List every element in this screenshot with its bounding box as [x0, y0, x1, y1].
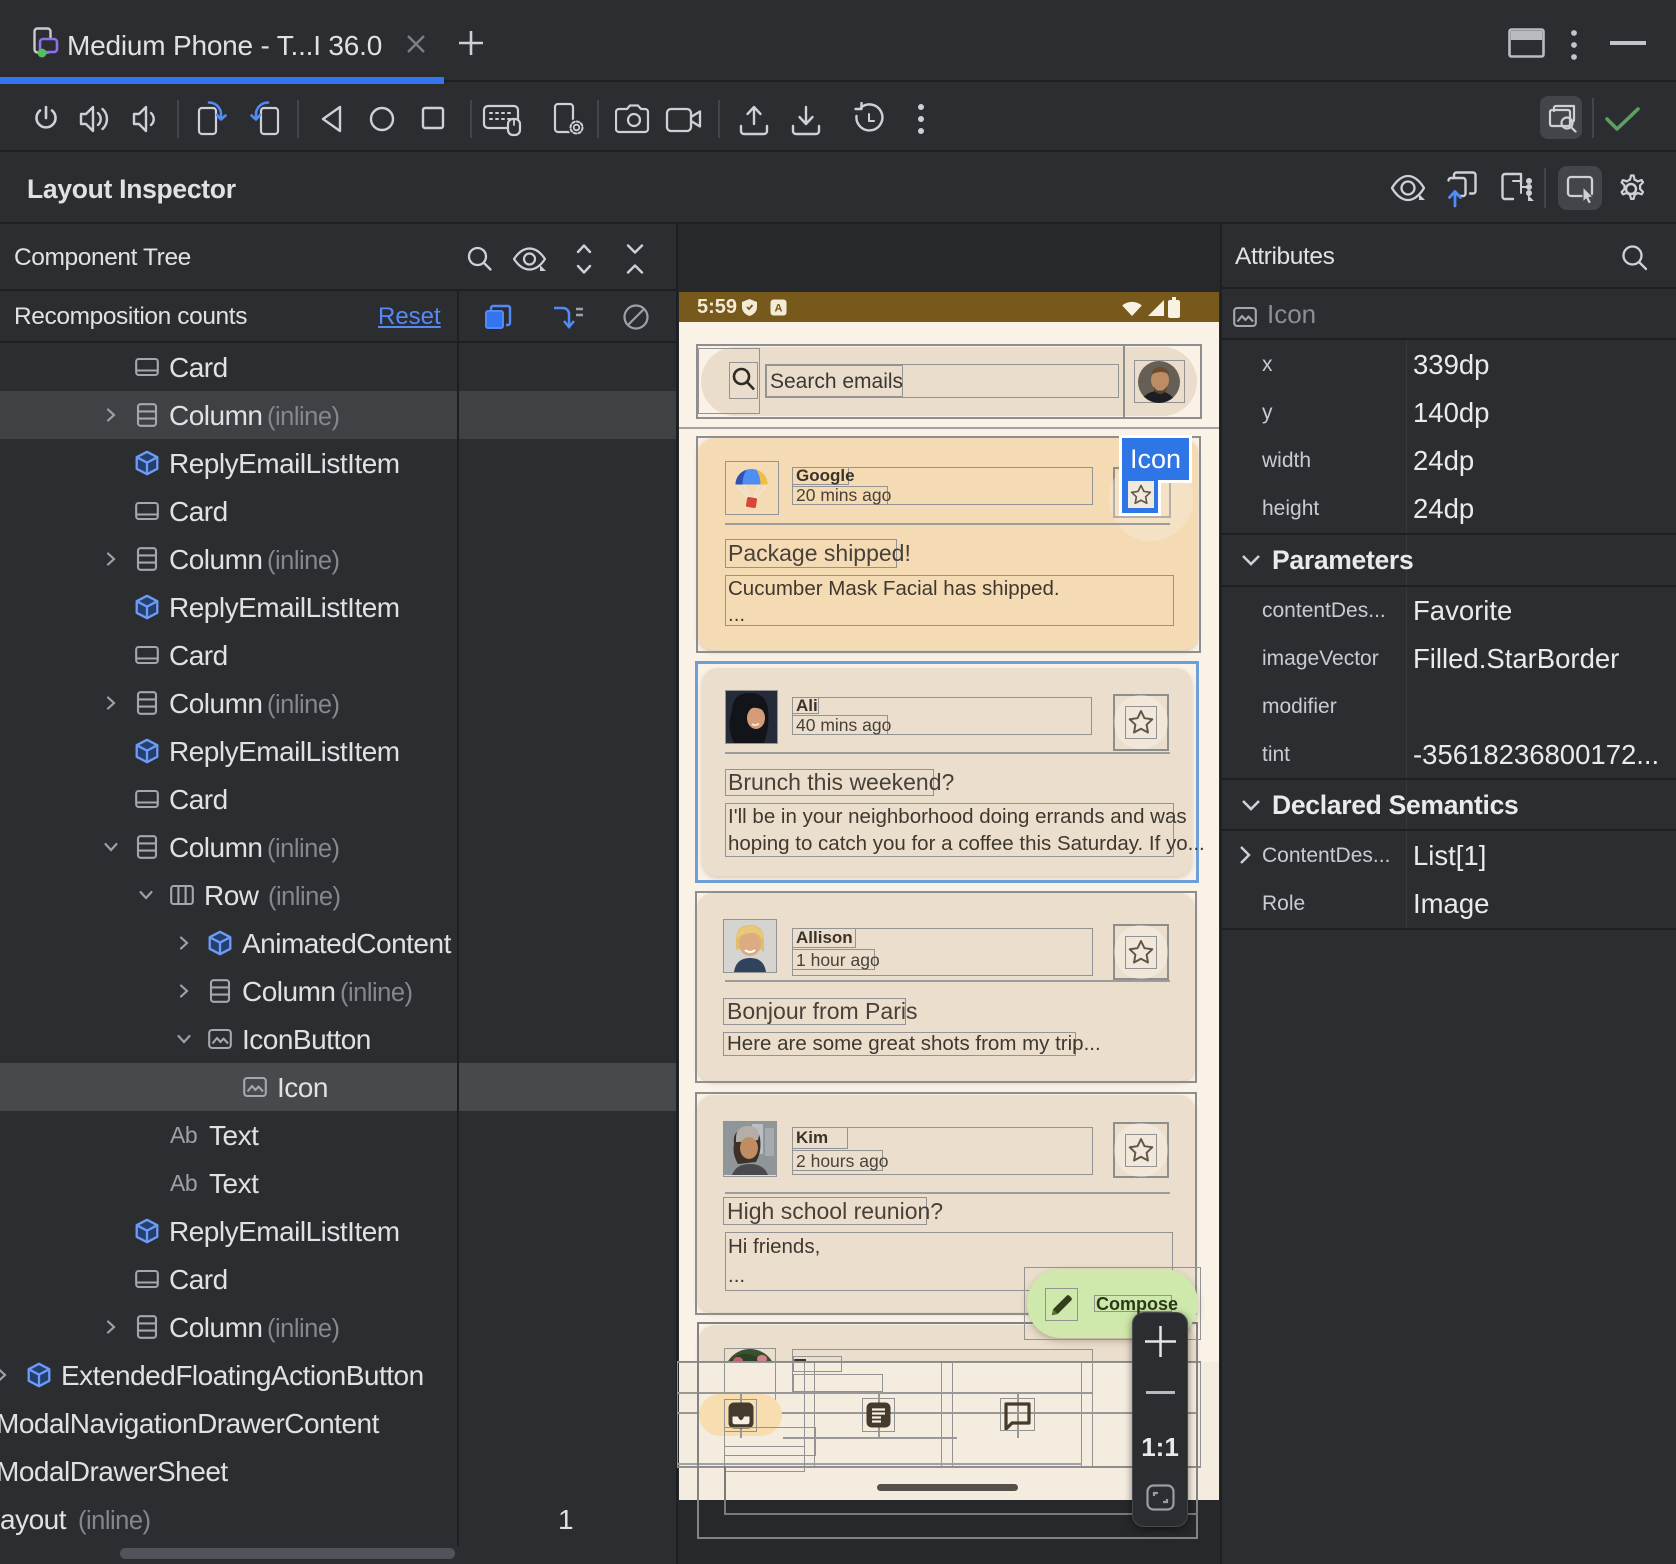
svg-text:A: A — [775, 303, 783, 315]
